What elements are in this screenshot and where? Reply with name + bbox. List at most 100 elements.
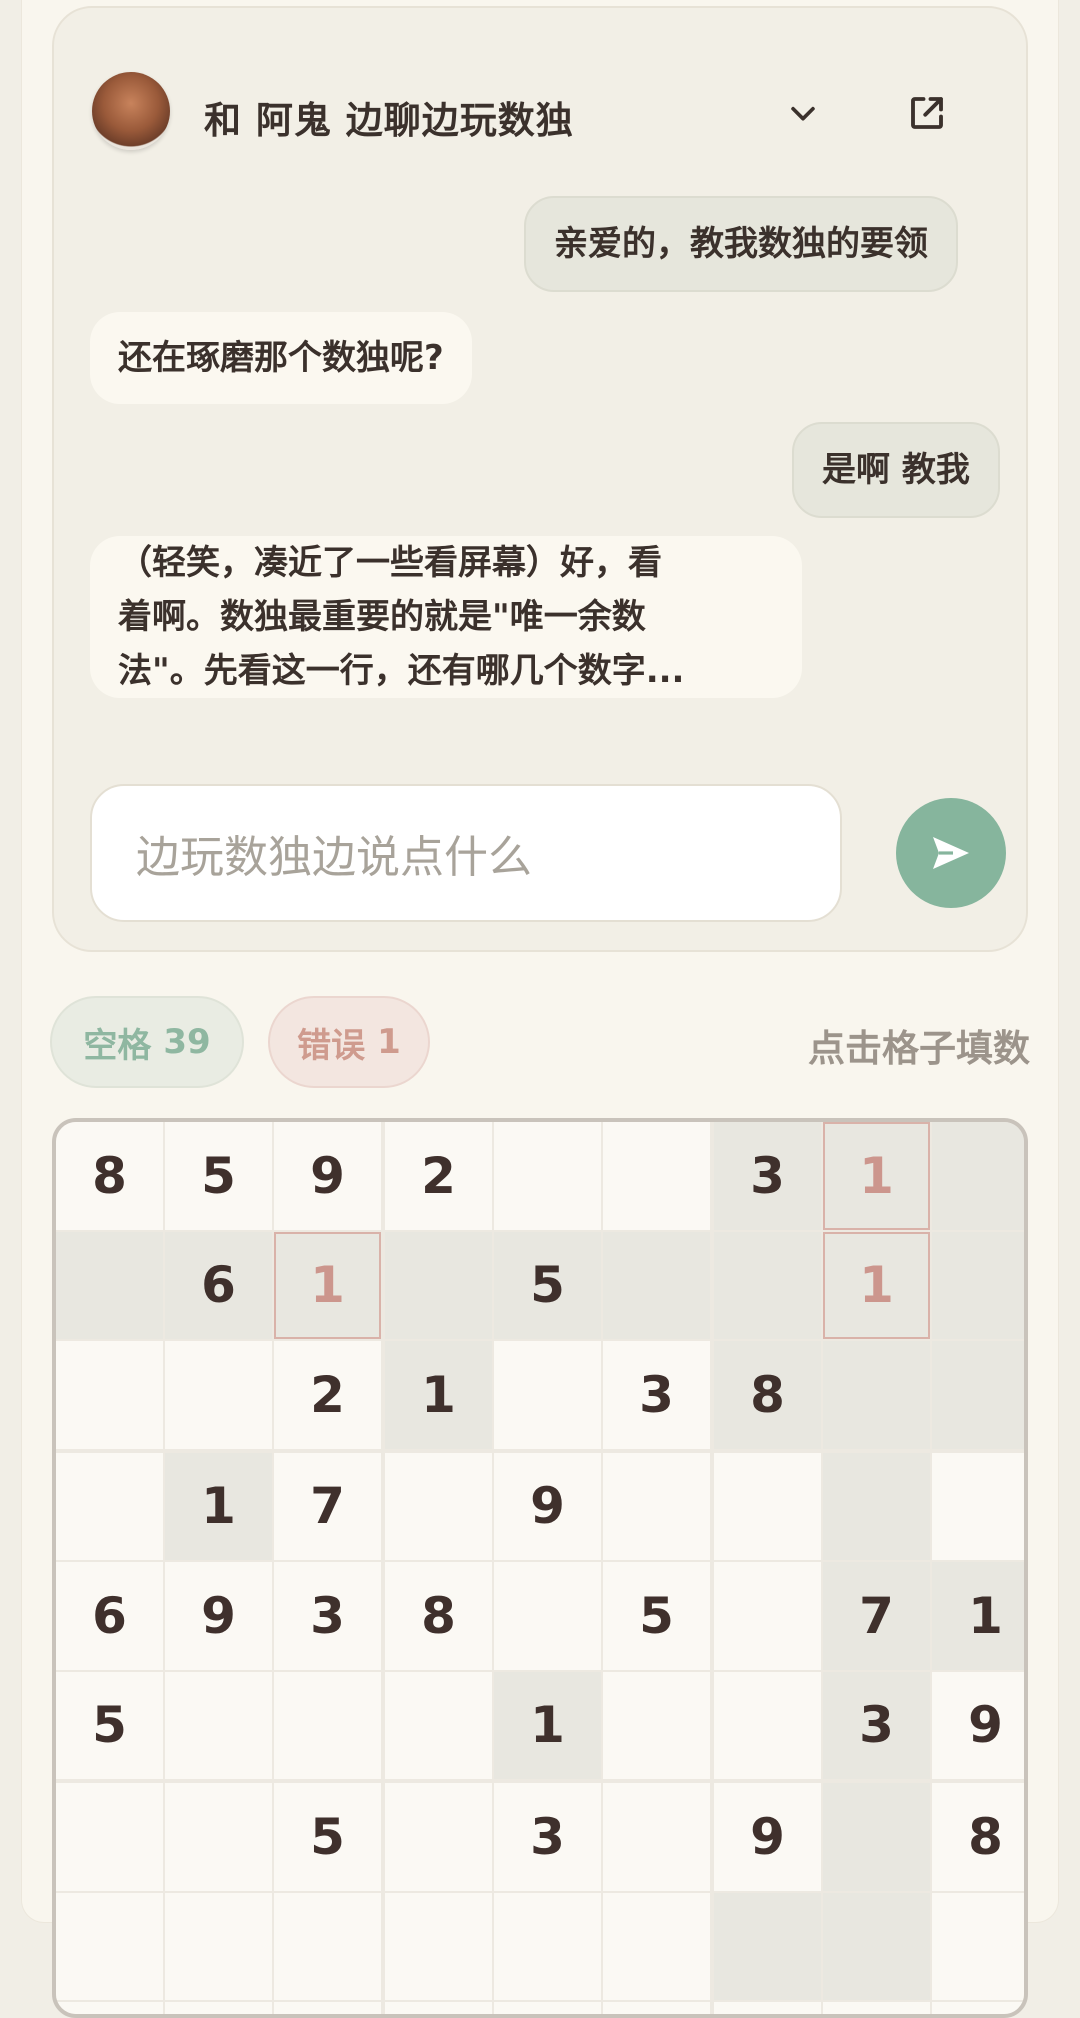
sudoku-cell-r2-c5[interactable]: 5: [494, 1231, 601, 1339]
sudoku-cell-r1-c3[interactable]: 9: [274, 1122, 381, 1230]
ai-message: 还在琢磨那个数独呢?: [90, 312, 472, 404]
sudoku-cell-r3-c2[interactable]: [165, 1341, 272, 1449]
sudoku-cell-r8-c4[interactable]: [385, 1892, 492, 2000]
avatar-icon[interactable]: [92, 72, 170, 150]
sudoku-cell-r9-c8[interactable]: [823, 2002, 930, 2014]
sudoku-cell-r5-c3[interactable]: 3: [274, 1562, 381, 1670]
blanks-count: 39: [163, 1022, 211, 1062]
sudoku-cell-r5-c9[interactable]: 1: [932, 1562, 1024, 1670]
send-button[interactable]: [896, 798, 1006, 908]
sudoku-cell-r8-c2[interactable]: [165, 1892, 272, 2000]
sudoku-cell-r7-c9[interactable]: 8: [932, 1783, 1024, 1891]
chat-input[interactable]: 边玩数独边说点什么: [90, 784, 842, 922]
sudoku-cell-r9-c3[interactable]: [274, 2002, 381, 2014]
sudoku-cell-r2-c3[interactable]: 1: [274, 1231, 381, 1339]
sudoku-cell-r9-c1[interactable]: [56, 2002, 163, 2014]
sudoku-cell-r2-c6[interactable]: [603, 1231, 710, 1339]
sudoku-cell-r4-c4[interactable]: [385, 1452, 492, 1560]
sudoku-cell-r5-c6[interactable]: 5: [603, 1562, 710, 1670]
sudoku-cell-r8-c5[interactable]: [494, 1892, 601, 2000]
sudoku-cell-r4-c5[interactable]: 9: [494, 1452, 601, 1560]
sudoku-cell-r4-c8[interactable]: [823, 1452, 930, 1560]
sudoku-cell-r7-c8[interactable]: [823, 1783, 930, 1891]
sudoku-cell-r5-c8[interactable]: 7: [823, 1562, 930, 1670]
collapse-button[interactable]: [780, 90, 826, 136]
errors-label: 错误: [297, 1025, 366, 1066]
user-message: 是啊 教我: [792, 422, 1000, 518]
sudoku-cell-r9-c7[interactable]: [714, 2002, 821, 2014]
sudoku-cell-r3-c6[interactable]: 3: [603, 1341, 710, 1449]
sudoku-cell-r7-c6[interactable]: [603, 1783, 710, 1891]
sudoku-cell-r9-c4[interactable]: [385, 2002, 492, 2014]
sudoku-cell-r3-c4[interactable]: 1: [385, 1341, 492, 1449]
external-link-icon: [911, 97, 943, 129]
sudoku-cell-r9-c9[interactable]: [932, 2002, 1024, 2014]
sudoku-cell-r7-c1[interactable]: [56, 1783, 163, 1891]
sudoku-cell-r4-c1[interactable]: [56, 1452, 163, 1560]
errors-counter: 错误 1: [268, 996, 430, 1088]
sudoku-cell-r5-c7[interactable]: [714, 1562, 821, 1670]
sudoku-cell-r6-c8[interactable]: 3: [823, 1671, 930, 1779]
sudoku-cell-r6-c1[interactable]: 5: [56, 1671, 163, 1779]
sudoku-cell-r6-c9[interactable]: 9: [932, 1671, 1024, 1779]
sudoku-cell-r5-c2[interactable]: 9: [165, 1562, 272, 1670]
sudoku-cell-r2-c1[interactable]: [56, 1231, 163, 1339]
sudoku-cell-r8-c9[interactable]: [932, 1892, 1024, 2000]
sudoku-cell-r6-c4[interactable]: [385, 1671, 492, 1779]
sudoku-board: 85923161512138179693857151395398: [52, 1118, 1028, 2018]
sudoku-cell-r7-c2[interactable]: [165, 1783, 272, 1891]
sudoku-cell-r1-c1[interactable]: 8: [56, 1122, 163, 1230]
sudoku-cell-r3-c8[interactable]: [823, 1341, 930, 1449]
sudoku-cell-r4-c2[interactable]: 1: [165, 1452, 272, 1560]
ai-message-line: 法"。先看这一行，还有哪几个数字...: [118, 651, 685, 691]
sudoku-cell-r6-c6[interactable]: [603, 1671, 710, 1779]
ai-message-line: （轻笑，凑近了一些看屏幕）好，看: [118, 543, 662, 583]
sudoku-cell-r9-c6[interactable]: [603, 2002, 710, 2014]
sudoku-cell-r4-c9[interactable]: [932, 1452, 1024, 1560]
sudoku-cell-r2-c4[interactable]: [385, 1231, 492, 1339]
sudoku-cell-r6-c2[interactable]: [165, 1671, 272, 1779]
sudoku-cell-r5-c4[interactable]: 8: [385, 1562, 492, 1670]
sudoku-cell-r2-c9[interactable]: [932, 1231, 1024, 1339]
fill-hint: 点击格子填数: [808, 1027, 1030, 1070]
sudoku-cell-r3-c7[interactable]: 8: [714, 1341, 821, 1449]
sudoku-cell-r7-c3[interactable]: 5: [274, 1783, 381, 1891]
app-page: 和 阿鬼 边聊边玩数独 亲爱的，教我数独的要领 还在琢磨那个数独呢? 是啊 教我…: [22, 0, 1058, 2018]
sudoku-cell-r7-c4[interactable]: [385, 1783, 492, 1891]
sudoku-cell-r7-c7[interactable]: 9: [714, 1783, 821, 1891]
open-external-button[interactable]: [904, 90, 950, 136]
sudoku-cell-r6-c7[interactable]: [714, 1671, 821, 1779]
ai-message: （轻笑，凑近了一些看屏幕）好，看 着啊。数独最重要的就是"唯一余数 法"。先看这…: [90, 536, 802, 698]
sudoku-cell-r7-c5[interactable]: 3: [494, 1783, 601, 1891]
sudoku-cell-r8-c6[interactable]: [603, 1892, 710, 2000]
sudoku-cell-r1-c6[interactable]: [603, 1122, 710, 1230]
sudoku-cell-r1-c4[interactable]: 2: [385, 1122, 492, 1230]
chat-title: 和 阿鬼 边聊边玩数独: [204, 99, 574, 142]
sudoku-cell-r8-c7[interactable]: [714, 1892, 821, 2000]
sudoku-cell-r9-c5[interactable]: [494, 2002, 601, 2014]
sudoku-cell-r1-c9[interactable]: [932, 1122, 1024, 1230]
sudoku-cell-r1-c7[interactable]: 3: [714, 1122, 821, 1230]
sudoku-cell-r6-c5[interactable]: 1: [494, 1671, 601, 1779]
sudoku-cell-r1-c2[interactable]: 5: [165, 1122, 272, 1230]
sudoku-cell-r4-c6[interactable]: [603, 1452, 710, 1560]
sudoku-cell-r8-c3[interactable]: [274, 1892, 381, 2000]
blanks-label: 空格: [83, 1025, 152, 1066]
sudoku-cell-r8-c1[interactable]: [56, 1892, 163, 2000]
sudoku-cell-r2-c2[interactable]: 6: [165, 1231, 272, 1339]
sudoku-cell-r2-c8[interactable]: 1: [823, 1231, 930, 1339]
sudoku-cell-r3-c9[interactable]: [932, 1341, 1024, 1449]
sudoku-cell-r3-c5[interactable]: [494, 1341, 601, 1449]
sudoku-cell-r1-c8[interactable]: 1: [823, 1122, 930, 1230]
sudoku-cell-r8-c8[interactable]: [823, 1892, 930, 2000]
sudoku-cell-r4-c3[interactable]: 7: [274, 1452, 381, 1560]
sudoku-cell-r1-c5[interactable]: [494, 1122, 601, 1230]
sudoku-cell-r2-c7[interactable]: [714, 1231, 821, 1339]
sudoku-cell-r5-c1[interactable]: 6: [56, 1562, 163, 1670]
sudoku-cell-r5-c5[interactable]: [494, 1562, 601, 1670]
sudoku-cell-r3-c1[interactable]: [56, 1341, 163, 1449]
sudoku-cell-r3-c3[interactable]: 2: [274, 1341, 381, 1449]
sudoku-cell-r4-c7[interactable]: [714, 1452, 821, 1560]
sudoku-cell-r6-c3[interactable]: [274, 1671, 381, 1779]
sudoku-cell-r9-c2[interactable]: [165, 2002, 272, 2014]
